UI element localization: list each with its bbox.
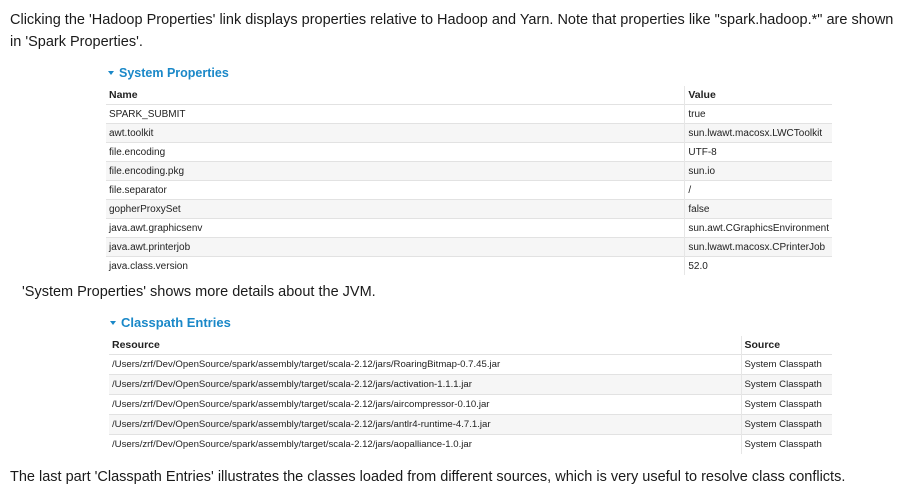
property-value-cell: false [684, 199, 832, 219]
resource-path-cell: /Users/zrf/Dev/OpenSource/spark/assembly… [112, 439, 472, 450]
table-row: /Users/zrf/Dev/OpenSource/spark/assembly… [109, 394, 832, 415]
table-row: java.awt.graphicsenv sun.awt.CGraphicsEnv… [106, 218, 832, 238]
source-cell: System Classpath [740, 354, 832, 375]
system-properties-title: System Properties [119, 66, 229, 80]
table-row: gopherProxySet false [106, 199, 832, 219]
classpath-paragraph: The last part 'Classpath Entries' illust… [10, 469, 846, 485]
column-header-resource[interactable]: Resource [109, 336, 741, 355]
property-name-cell: file.separator [109, 184, 167, 196]
property-name-cell: file.encoding.pkg [106, 161, 685, 181]
classpath-entries-table: Resource Source /Users/zrf/Dev/OpenSourc… [109, 336, 832, 454]
classpath-entries-title: Classpath Entries [121, 315, 231, 330]
table-row: /Users/zrf/Dev/OpenSource/spark/assembly… [109, 414, 832, 435]
property-value-cell: sun.lwawt.macosx.CPrinterJob [684, 237, 832, 257]
property-name-cell: java.class.version [109, 260, 188, 272]
table-row: java.class.version 52.0 [106, 256, 832, 275]
resource-path-cell: /Users/zrf/Dev/OpenSource/spark/assembly… [112, 359, 501, 370]
property-name-cell: file.encoding [109, 146, 166, 158]
property-value-cell: sun.awt.CGraphicsEnvironment [684, 218, 832, 238]
classpath-entries-toggle[interactable]: Classpath Entries [110, 315, 231, 330]
property-value-cell: 52.0 [684, 256, 832, 275]
column-header-source[interactable]: Source [740, 336, 832, 355]
table-row: awt.toolkit sun.lwawt.macosx.LWCToolkit [106, 123, 832, 143]
system-properties-toggle[interactable]: System Properties [108, 66, 229, 80]
source-cell: System Classpath [740, 394, 832, 415]
property-value-cell: sun.io [684, 161, 832, 181]
column-header-value[interactable]: Value [684, 86, 832, 105]
table-row: /Users/zrf/Dev/OpenSource/spark/assembly… [109, 374, 832, 395]
resource-path-cell: /Users/zrf/Dev/OpenSource/spark/assembly… [109, 414, 741, 435]
resource-path-cell: /Users/zrf/Dev/OpenSource/spark/assembly… [112, 399, 490, 410]
caret-down-icon [110, 320, 116, 325]
source-cell: System Classpath [740, 374, 832, 395]
resource-path-cell: /Users/zrf/Dev/OpenSource/spark/assembly… [109, 374, 741, 395]
column-header-name[interactable]: Name [106, 86, 685, 105]
table-row: file.separator / [106, 180, 832, 200]
table-row: SPARK_SUBMIT true [106, 104, 832, 124]
property-name-cell: awt.toolkit [106, 123, 685, 143]
property-value-cell: UTF-8 [684, 142, 832, 162]
table-row: /Users/zrf/Dev/OpenSource/spark/assembly… [109, 434, 832, 454]
property-name-cell: SPARK_SUBMIT [109, 108, 186, 120]
property-name-cell: java.awt.graphicsenv [109, 222, 203, 234]
property-value-cell: true [684, 104, 832, 124]
system-properties-table: Name Value SPARK_SUBMIT true awt.toolkit su… [106, 86, 832, 275]
source-cell: System Classpath [740, 414, 832, 435]
caret-down-icon [108, 71, 114, 75]
property-name-cell: gopherProxySet [106, 199, 685, 219]
system-properties-paragraph: 'System Properties' shows more details a… [22, 284, 376, 300]
table-row: file.encoding.pkg sun.io [106, 161, 832, 181]
property-value-cell: sun.lwawt.macosx.LWCToolkit [684, 123, 832, 143]
table-row: /Users/zrf/Dev/OpenSource/spark/assembly… [109, 354, 832, 375]
property-value-cell: / [684, 180, 832, 200]
property-name-cell: java.awt.printerjob [106, 237, 685, 257]
intro-paragraph: Clicking the 'Hadoop Properties' link di… [10, 12, 894, 50]
table-row: java.awt.printerjob sun.lwawt.macosx.CPri… [106, 237, 832, 257]
table-row: file.encoding UTF-8 [106, 142, 832, 162]
source-cell: System Classpath [740, 434, 832, 454]
